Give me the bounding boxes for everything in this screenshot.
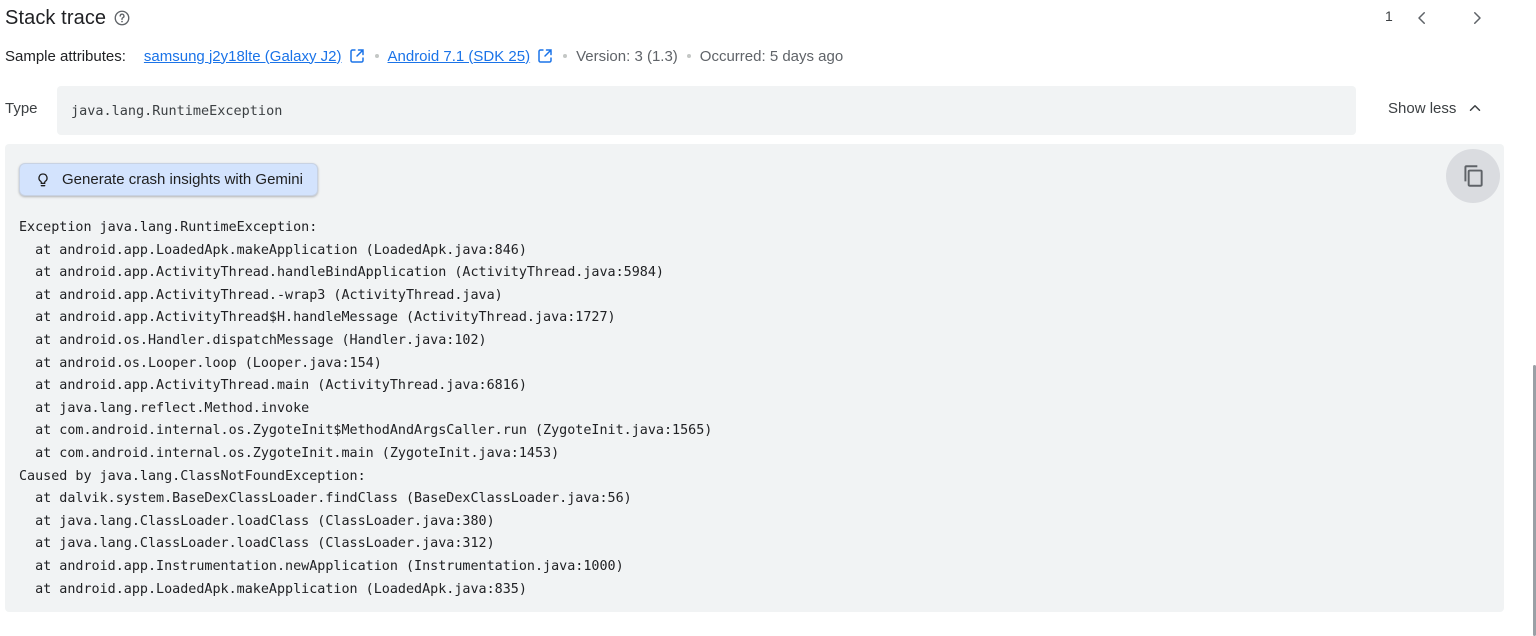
stack-trace-line: at android.app.LoadedApk.makeApplication…	[19, 242, 527, 258]
stack-trace-panel: Generate crash insights with Gemini Exce…	[5, 144, 1504, 612]
generate-insights-button[interactable]: Generate crash insights with Gemini	[19, 163, 318, 196]
stack-trace-text: Exception java.lang.RuntimeException: at…	[19, 217, 712, 601]
os-version-link[interactable]: Android 7.1 (SDK 25)	[388, 48, 531, 65]
stack-trace-line: at android.os.Handler.dispatchMessage (H…	[19, 332, 487, 348]
separator-dot	[686, 54, 691, 58]
stack-trace-line: at java.lang.ClassLoader.loadClass (Clas…	[19, 536, 495, 552]
stack-trace-line: at android.app.LoadedApk.makeApplication…	[19, 581, 527, 597]
show-less-label: Show less	[1388, 99, 1457, 117]
sample-attributes: Sample attributes: samsung j2y18lte (Gal…	[5, 45, 843, 67]
type-label: Type	[5, 100, 38, 117]
show-less-toggle[interactable]: Show less	[1388, 99, 1484, 117]
stack-trace-line: at android.app.Instrumentation.newApplic…	[19, 558, 624, 574]
chevron-right-icon[interactable]	[1466, 7, 1488, 29]
stack-trace-line: Exception java.lang.RuntimeException:	[19, 220, 318, 235]
stack-trace-line: at java.lang.reflect.Method.invoke	[19, 400, 310, 416]
stack-trace-line: at android.app.ActivityThread$H.handleMe…	[19, 310, 616, 326]
sample-attributes-label: Sample attributes:	[5, 47, 126, 65]
stack-trace-line: at com.android.internal.os.ZygoteInit.ma…	[19, 445, 560, 461]
device-link[interactable]: samsung j2y18lte (Galaxy J2)	[144, 48, 342, 65]
page-title: Stack trace	[5, 6, 107, 29]
stack-trace-line: at dalvik.system.BaseDexClassLoader.find…	[19, 491, 632, 507]
stack-trace-line: Caused by java.lang.ClassNotFoundExcepti…	[19, 468, 366, 484]
stack-trace-line: at android.os.Looper.loop (Looper.java:1…	[19, 355, 382, 371]
stack-trace-line: at android.app.ActivityThread.handleBind…	[19, 265, 664, 281]
exception-type-field: java.lang.RuntimeException	[57, 86, 1356, 135]
exception-type-value: java.lang.RuntimeException	[71, 102, 283, 119]
separator-dot	[374, 54, 379, 58]
stack-trace-line: at android.app.ActivityThread.main (Acti…	[19, 378, 527, 394]
section-header: Stack trace	[5, 4, 131, 32]
generate-insights-label: Generate crash insights with Gemini	[62, 171, 303, 188]
stack-trace-line: at java.lang.ClassLoader.loadClass (Clas…	[19, 513, 495, 529]
open-in-new-icon[interactable]	[348, 47, 366, 65]
copy-icon	[1460, 163, 1486, 189]
occurred-time: Occurred: 5 days ago	[699, 47, 844, 65]
stack-trace-line: at com.android.internal.os.ZygoteInit$Me…	[19, 423, 713, 439]
app-version: Version: 3 (1.3)	[576, 47, 678, 65]
pager-count: 1	[1385, 8, 1393, 24]
stack-trace-line: at android.app.ActivityThread.-wrap3 (Ac…	[19, 287, 503, 303]
stack-trace-section: Stack trace 1 Sample attributes: samsung…	[0, 0, 1536, 636]
chevron-up-icon	[1466, 99, 1484, 117]
separator-dot	[563, 54, 568, 58]
chevron-left-icon[interactable]	[1411, 7, 1433, 29]
copy-button[interactable]	[1446, 149, 1500, 203]
help-circle-icon[interactable]	[113, 9, 131, 27]
lightbulb-icon	[35, 172, 51, 188]
open-in-new-icon[interactable]	[536, 47, 554, 65]
